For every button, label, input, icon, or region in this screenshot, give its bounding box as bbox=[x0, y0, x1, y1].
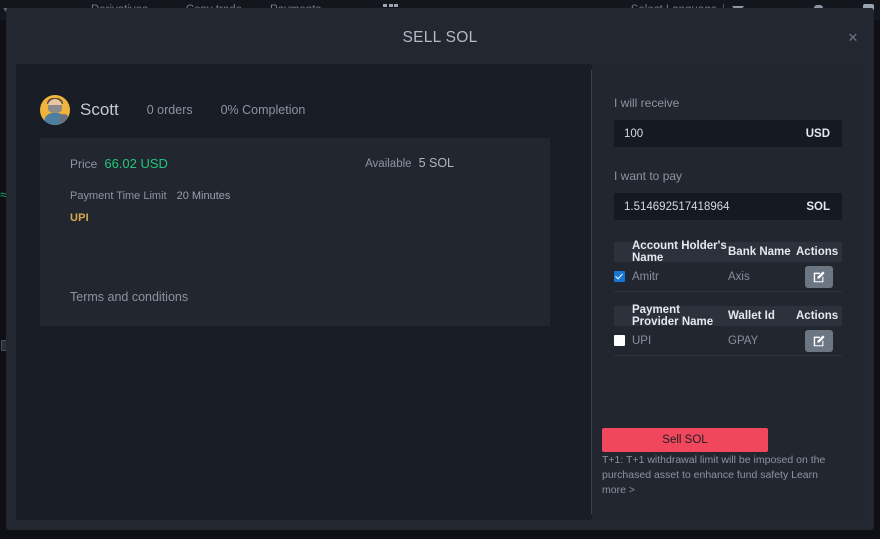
table-row[interactable]: Amitr Axis bbox=[614, 262, 842, 292]
pay-field-label: I want to pay bbox=[614, 169, 683, 183]
page-title: SELL SOL bbox=[402, 29, 478, 46]
avatar-beard bbox=[48, 105, 62, 113]
header-bank-name: Bank Name bbox=[728, 246, 791, 258]
grid-cell bbox=[394, 4, 399, 7]
payment-method-badge: UPI bbox=[70, 212, 89, 224]
row-select-checkbox[interactable] bbox=[614, 335, 625, 346]
tplus-withdrawal-note: T+1: T+1 withdrawal limit will be impose… bbox=[602, 454, 826, 496]
account-holder-name-value: Amitr bbox=[632, 270, 659, 283]
receive-field-label: I will receive bbox=[614, 96, 680, 110]
payment-time-limit-value: 20 Minutes bbox=[176, 190, 231, 202]
trade-form-panel: I will receive USD I want to pay SOL Acc… bbox=[592, 64, 864, 520]
pay-currency-unit: SOL bbox=[806, 200, 830, 213]
pay-amount-input[interactable] bbox=[614, 200, 795, 213]
grid-cell bbox=[383, 4, 388, 7]
payment-time-limit-row: Payment Time Limit 20 Minutes bbox=[70, 190, 230, 202]
terms-and-conditions-link[interactable]: Terms and conditions bbox=[70, 290, 188, 304]
edit-pencil-icon[interactable] bbox=[805, 265, 833, 288]
header-account-holder-name: Account Holder's Name bbox=[632, 240, 727, 264]
price-label: Price bbox=[70, 157, 98, 171]
header-wallet-id: Wallet Id bbox=[728, 310, 775, 322]
wallet-id-value: GPAY bbox=[728, 334, 759, 347]
receive-input-row: USD bbox=[614, 120, 842, 147]
modal-header: SELL SOL ✕ bbox=[6, 8, 874, 54]
row-select-cell bbox=[614, 271, 632, 282]
available-label: Available bbox=[365, 158, 412, 170]
seller-orders-count: 0 orders bbox=[146, 103, 193, 117]
bank-account-table-header: Account Holder's Name Bank Name Actions bbox=[614, 240, 842, 264]
row-select-checkbox[interactable] bbox=[614, 271, 625, 282]
table-row[interactable]: UPI GPAY bbox=[614, 326, 842, 356]
avatar bbox=[40, 95, 70, 125]
receive-amount-input[interactable] bbox=[614, 127, 794, 140]
close-icon[interactable]: ✕ bbox=[845, 30, 861, 46]
payment-time-limit-label: Payment Time Limit bbox=[70, 190, 167, 202]
price-row: Price 66.02 USD bbox=[70, 156, 168, 171]
row-select-cell bbox=[614, 335, 632, 346]
grid-cell bbox=[388, 4, 393, 7]
offer-price-card: Price 66.02 USD Available 5 SOL Payment Ti… bbox=[40, 138, 550, 326]
header-payment-provider-name: Payment Provider Name bbox=[632, 304, 714, 328]
row-actions-cell bbox=[796, 329, 842, 352]
offer-details-panel: Scott 0 orders 0% Completion Price 66.02 … bbox=[16, 64, 591, 520]
price-value: 66.02 USD bbox=[104, 156, 168, 171]
bank-account-table: Account Holder's Name Bank Name Actions … bbox=[614, 240, 842, 292]
avatar-shoulder bbox=[59, 114, 69, 124]
available-row: Available 5 SOL bbox=[365, 156, 454, 170]
edit-pencil-icon[interactable] bbox=[805, 329, 833, 352]
receive-currency-unit: USD bbox=[805, 127, 830, 140]
modal-body: Scott 0 orders 0% Completion Price 66.02 … bbox=[16, 64, 864, 520]
sell-button[interactable]: Sell SOL bbox=[602, 428, 768, 452]
payment-provider-table-header: Payment Provider Name Wallet Id Actions bbox=[614, 304, 842, 328]
seller-name: Scott bbox=[80, 100, 119, 119]
payment-provider-name-value: UPI bbox=[632, 334, 652, 347]
payment-provider-table: Payment Provider Name Wallet Id Actions … bbox=[614, 304, 842, 356]
available-value: 5 SOL bbox=[418, 156, 454, 170]
header-actions: Actions bbox=[796, 246, 839, 258]
sell-sol-modal: SELL SOL ✕ Scott 0 orders 0% Completion bbox=[6, 8, 874, 530]
seller-info-row: Scott 0 orders 0% Completion bbox=[40, 94, 591, 126]
pay-input-row: SOL bbox=[614, 193, 842, 220]
row-actions-cell bbox=[796, 265, 842, 288]
header-actions: Actions bbox=[796, 310, 839, 322]
seller-completion-rate: 0% Completion bbox=[220, 103, 306, 117]
bank-name-value: Axis bbox=[728, 270, 750, 283]
